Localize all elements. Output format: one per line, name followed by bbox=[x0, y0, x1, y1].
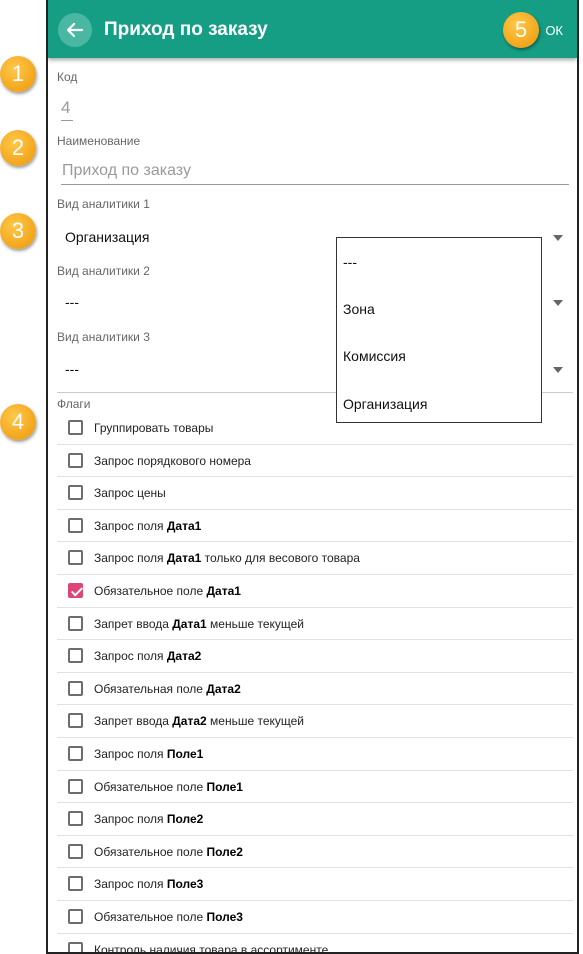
flag-label: Запрет ввода Дата2 меньше текущей bbox=[94, 714, 304, 729]
flag-label: Запрос поля Дата2 bbox=[94, 649, 202, 664]
analytics1-label: Вид аналитики 1 bbox=[57, 197, 150, 211]
analytics1-value: Организация bbox=[65, 229, 150, 245]
ok-button[interactable]: ОК bbox=[545, 23, 563, 38]
flag-row[interactable]: Обязательное поле Поле2 bbox=[57, 836, 573, 869]
dropdown-option[interactable]: --- bbox=[343, 254, 357, 270]
dropdown-option[interactable]: Организация bbox=[343, 396, 427, 412]
flag-row[interactable]: Обязательное поле Поле3 bbox=[57, 901, 573, 934]
flag-label: Запрос поля Поле1 bbox=[94, 746, 204, 761]
flag-label: Контроль наличия товара в ассортименте bbox=[94, 942, 329, 954]
flag-label: Обязательное поле Поле2 bbox=[94, 844, 243, 859]
page-title: Приход по заказу bbox=[104, 19, 268, 40]
annotation-badge: 5 bbox=[503, 12, 539, 48]
checkbox[interactable] bbox=[68, 420, 83, 435]
analytics2-value: --- bbox=[65, 294, 79, 310]
triangle-down-icon bbox=[553, 367, 563, 373]
code-field[interactable]: 4 bbox=[61, 98, 70, 118]
flag-row[interactable]: Запрос поля Поле1 bbox=[57, 738, 573, 771]
checkbox[interactable] bbox=[68, 452, 83, 468]
flag-label: Группировать товары bbox=[94, 421, 214, 435]
dropdown-option[interactable]: Комиссия bbox=[343, 348, 406, 364]
dropdown-menu: --- Зона Комиссия Организация bbox=[336, 237, 542, 423]
annotation-badge: 2 bbox=[0, 130, 36, 166]
flag-row[interactable]: Обязательное поле Поле1 bbox=[57, 771, 573, 804]
flag-label: Запрет ввода Дата1 меньше текущей bbox=[94, 616, 304, 631]
checkbox[interactable] bbox=[68, 843, 83, 859]
flag-label: Запрос порядкового номера bbox=[94, 453, 251, 468]
flag-row[interactable]: Контроль наличия товара в ассортименте bbox=[57, 934, 573, 954]
checkbox[interactable] bbox=[68, 550, 83, 566]
annotation-badge: 4 bbox=[0, 404, 36, 440]
analytics2-label: Вид аналитики 2 bbox=[57, 264, 150, 278]
flag-label: Запрос поля Поле3 bbox=[94, 877, 204, 892]
arrow-left-icon bbox=[66, 22, 84, 38]
checkbox[interactable] bbox=[68, 648, 83, 664]
flag-row[interactable]: Запрос поля Дата2 bbox=[57, 640, 573, 673]
triangle-down-icon bbox=[553, 300, 563, 306]
back-button[interactable] bbox=[58, 13, 92, 47]
flag-row[interactable]: Запрет ввода Дата2 меньше текущей bbox=[57, 705, 573, 738]
checkbox[interactable] bbox=[68, 908, 83, 924]
flags-label: Флаги bbox=[57, 397, 91, 411]
flag-label: Запрос поля Дата1 bbox=[94, 518, 202, 533]
name-underline bbox=[61, 184, 569, 185]
checkbox[interactable] bbox=[68, 778, 83, 794]
flag-row[interactable]: Запрос поля Дата1 bbox=[57, 510, 573, 543]
flag-label: Обязательное поле Поле3 bbox=[94, 909, 243, 924]
checkbox-checked[interactable] bbox=[68, 582, 83, 598]
flags-list: Группировать товары Запрос порядкового но… bbox=[57, 412, 573, 954]
code-label: Код bbox=[57, 70, 78, 84]
checkbox[interactable] bbox=[68, 485, 83, 501]
checkbox[interactable] bbox=[68, 517, 83, 533]
app-bar: Приход по заказу ОК bbox=[48, 0, 577, 58]
flag-row[interactable]: Запрет ввода Дата1 меньше текущей bbox=[57, 608, 573, 641]
flag-row[interactable]: Запрос поля Поле3 bbox=[57, 868, 573, 901]
flag-row[interactable]: Запрос поля Поле2 bbox=[57, 803, 573, 836]
annotation-badge: 3 bbox=[0, 213, 36, 249]
flag-label: Запрос цены bbox=[94, 486, 166, 501]
checkbox[interactable] bbox=[68, 745, 83, 761]
flag-row[interactable]: Запрос поля Дата1 только для весового то… bbox=[57, 542, 573, 575]
checkbox[interactable] bbox=[68, 615, 83, 631]
code-underline bbox=[61, 120, 73, 121]
dropdown-option[interactable]: Зона bbox=[343, 301, 375, 317]
checkbox[interactable] bbox=[68, 713, 83, 729]
checkbox[interactable] bbox=[68, 941, 83, 952]
flag-row[interactable]: Запрос порядкового номера bbox=[57, 445, 573, 478]
checkbox[interactable] bbox=[68, 680, 83, 696]
flag-row[interactable]: Обязательная поле Дата2 bbox=[57, 673, 573, 706]
analytics3-label: Вид аналитики 3 bbox=[57, 330, 150, 344]
flag-label: Запрос поля Поле2 bbox=[94, 812, 204, 827]
flag-row[interactable]: Запрос цены bbox=[57, 477, 573, 510]
checkbox[interactable] bbox=[68, 876, 83, 892]
analytics3-value: --- bbox=[65, 361, 79, 377]
checkbox[interactable] bbox=[68, 811, 83, 827]
annotation-badge: 1 bbox=[0, 56, 36, 92]
flag-row[interactable]: Обязательное поле Дата1 bbox=[57, 575, 573, 608]
flag-label: Обязательная поле Дата2 bbox=[94, 681, 241, 696]
name-field[interactable]: Приход по заказу bbox=[62, 162, 191, 180]
flag-label: Запрос поля Дата1 только для весового то… bbox=[94, 551, 360, 566]
triangle-down-icon bbox=[553, 235, 563, 241]
flag-label: Обязательное поле Дата1 bbox=[94, 583, 241, 598]
name-label: Наименование bbox=[57, 134, 141, 148]
flag-label: Обязательное поле Поле1 bbox=[94, 779, 243, 794]
phone-screen: Приход по заказу ОК Код 4 Наименование П… bbox=[46, 0, 579, 954]
